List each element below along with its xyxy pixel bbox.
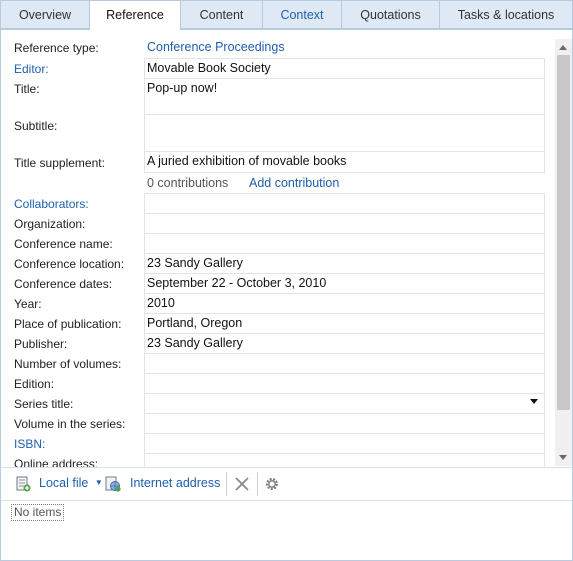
edition-field[interactable]	[144, 374, 545, 394]
local-file-icon[interactable]	[15, 476, 31, 492]
arrow-up-icon	[559, 45, 567, 50]
reference-type-label: Reference type:	[14, 41, 99, 55]
volume-in-series-field[interactable]	[144, 414, 545, 434]
editor-field[interactable]: Movable Book Society	[144, 58, 545, 79]
collaborators-field[interactable]	[144, 193, 545, 214]
year-field[interactable]: 2010	[144, 294, 545, 314]
number-of-volumes-field[interactable]	[144, 354, 545, 374]
place-of-publication-field[interactable]: Portland, Oregon	[144, 314, 545, 334]
organization-field[interactable]	[144, 214, 545, 234]
place-of-publication-label: Place of publication:	[14, 317, 122, 331]
tab-tasks-locations[interactable]: Tasks & locations	[439, 0, 573, 29]
tab-quotations[interactable]: Quotations	[341, 0, 440, 29]
edition-label: Edition:	[14, 377, 55, 391]
caret-down-icon: ▼	[94, 478, 103, 487]
contributions-count: 0 contributions	[147, 176, 229, 190]
isbn-field[interactable]	[144, 434, 545, 454]
attachments-toolbar: Local file ▼ Internet address	[0, 467, 573, 501]
internet-address-icon[interactable]	[105, 476, 121, 492]
isbn-label[interactable]: ISBN:	[14, 437, 45, 451]
conference-location-field[interactable]: 23 Sandy Gallery	[144, 254, 545, 274]
attachments-list[interactable]: No items	[0, 500, 573, 561]
conference-location-label: Conference location:	[14, 257, 125, 271]
conference-location-value: 23 Sandy Gallery	[147, 256, 243, 270]
gear-icon[interactable]	[264, 476, 280, 492]
vertical-scrollbar[interactable]	[555, 39, 572, 466]
title-supplement-label: Title supplement:	[14, 156, 105, 170]
add-contribution-link[interactable]: Add contribution	[249, 176, 339, 190]
tab-bar: Overview Reference Content Context Quota…	[0, 0, 573, 31]
title-supplement-field[interactable]: A juried exhibition of movable books	[144, 152, 545, 173]
delete-icon[interactable]	[234, 476, 250, 492]
scroll-up-button[interactable]	[555, 39, 572, 55]
year-label: Year:	[14, 297, 42, 311]
online-address-field[interactable]	[144, 454, 545, 467]
publisher-label: Publisher:	[14, 337, 68, 351]
toolbar-separator-2	[257, 472, 258, 496]
title-field[interactable]: Pop-up now!	[144, 79, 545, 115]
conference-name-label: Conference name:	[14, 237, 113, 251]
organization-label: Organization:	[14, 217, 86, 231]
local-file-button[interactable]: Local file ▼	[39, 476, 103, 490]
publisher-field[interactable]: 23 Sandy Gallery	[144, 334, 545, 354]
conference-dates-label: Conference dates:	[14, 277, 113, 291]
title-label: Title:	[14, 82, 40, 96]
place-of-publication-value: Portland, Oregon	[147, 316, 243, 330]
volume-in-series-label: Volume in the series:	[14, 417, 126, 431]
reference-form: Reference type: Conference Proceedings E…	[0, 30, 573, 467]
online-address-label: Online address:	[14, 457, 99, 467]
title-supplement-value: A juried exhibition of movable books	[147, 154, 347, 168]
chevron-down-icon[interactable]	[530, 399, 538, 404]
scroll-down-button[interactable]	[555, 450, 572, 466]
number-of-volumes-label: Number of volumes:	[14, 357, 122, 371]
reference-type-link[interactable]: Conference Proceedings	[147, 40, 285, 54]
subtitle-label: Subtitle:	[14, 119, 58, 133]
conference-dates-field[interactable]: September 22 - October 3, 2010	[144, 274, 545, 294]
conference-dates-value: September 22 - October 3, 2010	[147, 276, 327, 290]
editor-value: Movable Book Society	[147, 61, 271, 75]
collaborators-label[interactable]: Collaborators:	[14, 197, 89, 211]
tab-overview[interactable]: Overview	[0, 0, 90, 29]
local-file-label: Local file	[39, 476, 89, 490]
editor-label[interactable]: Editor:	[14, 62, 49, 76]
subtitle-field[interactable]	[144, 115, 545, 152]
title-value: Pop-up now!	[147, 81, 218, 95]
tab-content[interactable]: Content	[180, 0, 263, 29]
no-items-text: No items	[11, 504, 65, 521]
toolbar-separator	[226, 472, 227, 496]
series-title-dropdown[interactable]	[144, 394, 545, 414]
arrow-down-icon	[559, 455, 567, 460]
publisher-value: 23 Sandy Gallery	[147, 336, 243, 350]
series-title-label: Series title:	[14, 397, 74, 411]
internet-address-button[interactable]: Internet address	[130, 476, 220, 490]
year-value: 2010	[147, 296, 175, 310]
tab-reference[interactable]: Reference	[89, 0, 181, 31]
conference-name-field[interactable]	[144, 234, 545, 254]
scrollbar-thumb[interactable]	[557, 55, 570, 410]
tab-context[interactable]: Context	[262, 0, 342, 29]
